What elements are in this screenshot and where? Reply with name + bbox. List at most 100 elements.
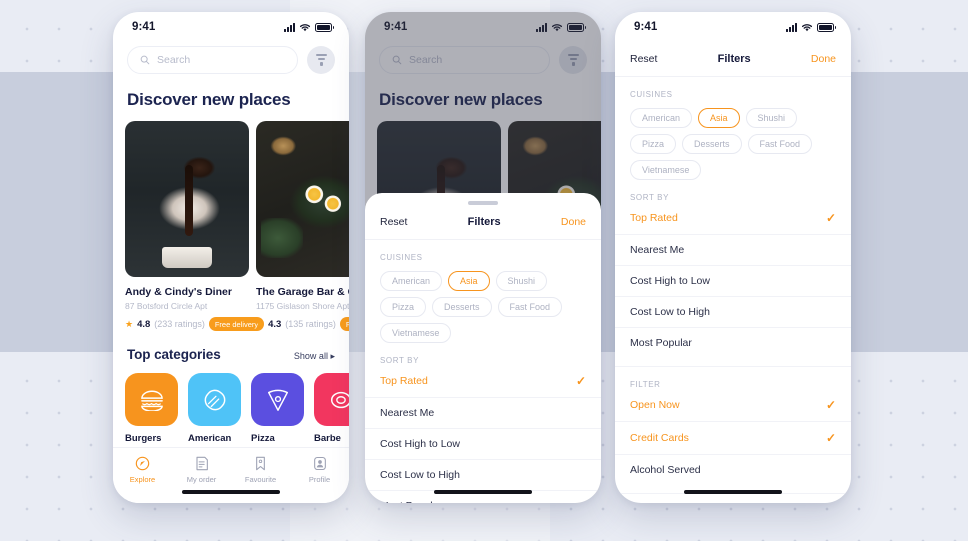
star-icon: ★	[125, 318, 134, 329]
reset-button[interactable]: Reset	[380, 216, 407, 228]
person-icon	[313, 456, 326, 471]
category-name: Burgers	[125, 433, 162, 444]
sort-option-top-rated[interactable]: Top Rated ✓	[615, 202, 851, 235]
home-indicator	[684, 490, 782, 494]
done-button[interactable]: Done	[561, 216, 586, 228]
cuisines-section-label: CUISINES	[630, 90, 673, 99]
restaurant-address: 1175 Gislason Shore Apt	[256, 301, 349, 311]
sort-option-most-popular[interactable]: Most Popular	[615, 328, 851, 358]
tab-favourite[interactable]: Favourite	[231, 456, 290, 484]
status-bar-time: 9:41	[132, 21, 156, 33]
restaurant-name: The Garage Bar & G	[256, 286, 349, 298]
category-item-burgers[interactable]: Burgers 1126 places	[125, 373, 178, 455]
filter-option-open-now[interactable]: Open Now ✓	[615, 389, 851, 422]
tab-bar: Explore My order Favourite Profile	[113, 447, 349, 503]
receipt-icon	[195, 456, 208, 471]
cuisine-chip-asia[interactable]: Asia	[698, 108, 740, 128]
check-icon: ✓	[575, 374, 586, 388]
phone-home-screen: 9:41 Search Discover new places Andy & C…	[113, 12, 349, 503]
sort-option-cost-high-to-low[interactable]: Cost High to Low	[365, 429, 601, 460]
restaurant-meta: ★ 4.3 (135 ratings) Fre	[256, 317, 349, 331]
home-indicator	[182, 490, 280, 494]
search-icon	[140, 55, 150, 65]
filters-header: Reset Filters Done	[615, 42, 851, 77]
burger-icon	[140, 390, 163, 411]
search-placeholder: Search	[157, 54, 191, 66]
cuisine-chip-shushi[interactable]: Shushi	[495, 271, 548, 291]
delivery-badge: Fre	[339, 317, 349, 331]
home-indicator	[434, 490, 532, 494]
tab-profile[interactable]: Profile	[290, 456, 349, 484]
rating-value: 4.8	[137, 318, 151, 330]
sort-option-label: Most Popular	[380, 500, 442, 503]
cuisine-chip-pizza[interactable]: Pizza	[630, 134, 677, 154]
status-bar-icons	[284, 22, 334, 32]
price-section-label: PRICE	[615, 494, 851, 503]
battery-icon	[315, 22, 334, 32]
cuisine-chip-list: American Asia Shushi Pizza Desserts Fast…	[615, 99, 851, 180]
restaurant-card-list: Andy & Cindy's Diner 87 Botsford Circle …	[113, 110, 349, 331]
cellular-signal-icon	[284, 22, 295, 32]
battery-icon	[817, 22, 836, 32]
sort-option-label: Cost High to Low	[380, 438, 460, 450]
sort-option-label: Cost Low to High	[630, 306, 710, 318]
cuisine-chip-desserts[interactable]: Desserts	[682, 134, 742, 154]
cuisine-chip-vietnamese[interactable]: Vietnamese	[380, 323, 452, 343]
tab-label: Explore	[129, 475, 156, 484]
sheet-title: Filters	[467, 216, 501, 228]
show-all-label: Show all	[293, 351, 328, 361]
category-item-american[interactable]: American 142 places	[188, 373, 241, 455]
restaurant-photo	[125, 121, 249, 277]
restaurant-card[interactable]: The Garage Bar & G 1175 Gislason Shore A…	[256, 121, 349, 331]
filter-option-alcohol-served[interactable]: Alcohol Served	[615, 455, 851, 485]
hotdog-icon	[204, 389, 225, 410]
status-bar: 9:41	[615, 12, 851, 42]
sort-option-cost-low-to-high[interactable]: Cost Low to High	[615, 297, 851, 328]
check-icon: ✓	[825, 431, 836, 445]
sort-option-nearest-me[interactable]: Nearest Me	[615, 235, 851, 266]
cuisine-chip-fast-food[interactable]: Fast Food	[747, 134, 813, 154]
restaurant-card[interactable]: Andy & Cindy's Diner 87 Botsford Circle …	[125, 121, 265, 331]
sort-option-nearest-me[interactable]: Nearest Me	[365, 398, 601, 429]
sheet-header: Reset Filters Done	[365, 205, 601, 240]
cuisine-chip-asia[interactable]: Asia	[448, 271, 490, 291]
pizza-slice-icon	[267, 389, 288, 411]
sort-option-label: Top Rated	[630, 212, 678, 224]
category-item-pizza[interactable]: Pizza 365 places	[251, 373, 304, 455]
sort-option-top-rated[interactable]: Top Rated ✓	[365, 365, 601, 398]
show-all-link[interactable]: Show all ▸	[294, 351, 335, 362]
wifi-icon	[801, 23, 813, 31]
cuisine-chip-american[interactable]: American	[630, 108, 693, 128]
cuisine-chip-desserts[interactable]: Desserts	[432, 297, 492, 317]
sort-option-label: Most Popular	[630, 337, 692, 349]
wifi-icon	[299, 23, 311, 31]
sort-option-cost-high-to-low[interactable]: Cost High to Low	[615, 266, 851, 297]
sort-option-label: Nearest Me	[380, 407, 435, 419]
cuisine-chip-american[interactable]: American	[380, 271, 443, 291]
page-title: Discover new places	[127, 90, 291, 109]
done-button[interactable]: Done	[811, 53, 836, 65]
cuisine-chip-shushi[interactable]: Shushi	[745, 108, 798, 128]
funnel-icon	[315, 54, 327, 66]
tab-label: My order	[186, 475, 217, 484]
filter-button[interactable]	[307, 46, 335, 74]
search-input[interactable]: Search	[127, 46, 298, 74]
filter-option-label: Alcohol Served	[630, 464, 701, 476]
cuisine-chip-fast-food[interactable]: Fast Food	[497, 297, 563, 317]
status-bar: 9:41	[113, 12, 349, 42]
sort-option-label: Cost Low to High	[380, 469, 460, 481]
cuisine-chip-vietnamese[interactable]: Vietnamese	[630, 160, 702, 180]
reset-button[interactable]: Reset	[630, 53, 657, 65]
phone-filters-full: 9:41 Reset Filters Done CUISINES America…	[615, 12, 851, 503]
filter-option-label: Open Now	[630, 399, 680, 411]
filter-option-credit-cards[interactable]: Credit Cards ✓	[615, 422, 851, 455]
check-icon: ✓	[825, 398, 836, 412]
filter-section-label: FILTER	[630, 380, 661, 389]
caret-right-icon: ▸	[330, 351, 335, 361]
tab-explore[interactable]: Explore	[113, 456, 172, 484]
cuisine-chip-pizza[interactable]: Pizza	[380, 297, 427, 317]
sort-option-cost-low-to-high[interactable]: Cost Low to High	[365, 460, 601, 491]
category-item-barbecue[interactable]: Barbe 523 pla	[314, 373, 349, 455]
tab-my-order[interactable]: My order	[172, 456, 231, 484]
cuisine-chip-list: American Asia Shushi Pizza Desserts Fast…	[365, 262, 601, 343]
